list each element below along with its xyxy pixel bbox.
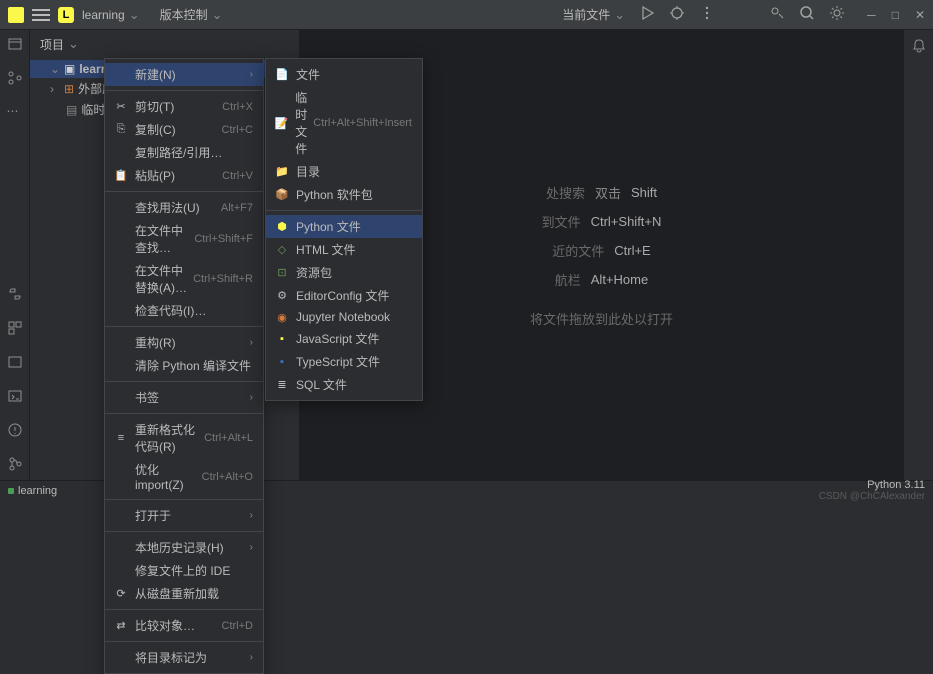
menu-paste[interactable]: 📋粘贴(P)Ctrl+V (105, 164, 263, 187)
menu-reload[interactable]: ⟳从磁盘重新加载 (105, 582, 263, 605)
right-toolbar (903, 30, 933, 480)
submenu-scratch[interactable]: 📝临时文件Ctrl+Alt+Shift+Insert (266, 86, 422, 160)
menu-repair-ide[interactable]: 修复文件上的 IDE (105, 559, 263, 582)
app-logo-icon (8, 7, 24, 23)
submenu-editorconfig[interactable]: ⚙EditorConfig 文件 (266, 284, 422, 307)
context-menu-new: 📄文件 📝临时文件Ctrl+Alt+Shift+Insert 📁目录 📦Pyth… (265, 58, 423, 401)
project-badge[interactable]: L (58, 7, 74, 23)
main-menu-button[interactable] (32, 9, 50, 21)
menu-find-in-files[interactable]: 在文件中查找…Ctrl+Shift+F (105, 219, 263, 259)
menu-replace-in-files[interactable]: 在文件中替换(A)…Ctrl+Shift+R (105, 259, 263, 299)
titlebar: L learning 版本控制 当前文件 ─ □ ✕ (0, 0, 933, 30)
menu-reformat[interactable]: ≡重新格式化代码(R)Ctrl+Alt+L (105, 418, 263, 458)
status-indicator-icon (8, 488, 14, 494)
problems-icon[interactable] (7, 422, 23, 438)
submenu-python-package[interactable]: 📦Python 软件包 (266, 183, 422, 206)
more-icon[interactable] (699, 5, 715, 24)
code-with-me-icon[interactable] (769, 5, 785, 24)
menu-compare[interactable]: ⇄比较对象…Ctrl+D (105, 614, 263, 637)
more-tools-icon[interactable]: ⋯ (7, 104, 23, 120)
vcs-tool-icon[interactable] (7, 456, 23, 472)
debug-icon[interactable] (669, 5, 685, 24)
notifications-icon[interactable] (911, 38, 927, 54)
submenu-sql[interactable]: ≣SQL 文件 (266, 373, 422, 396)
project-selector[interactable]: learning (82, 7, 140, 23)
menu-mark-dir[interactable]: 将目录标记为› (105, 646, 263, 669)
settings-icon[interactable] (829, 5, 845, 24)
maximize-icon[interactable]: □ (892, 8, 899, 22)
menu-local-history[interactable]: 本地历史记录(H)› (105, 536, 263, 559)
menu-new[interactable]: 新建(N)› (105, 63, 263, 86)
terminal-icon[interactable] (7, 388, 23, 404)
run-icon[interactable] (639, 5, 655, 24)
search-icon[interactable] (799, 5, 815, 24)
submenu-python-file[interactable]: ⬢Python 文件 (266, 215, 422, 238)
close-icon[interactable]: ✕ (915, 8, 925, 22)
project-panel-header[interactable]: 项目 (30, 30, 299, 58)
status-python[interactable]: Python 3.11 (819, 479, 925, 491)
structure-tool-icon[interactable] (7, 70, 23, 86)
services-icon[interactable] (7, 354, 23, 370)
menu-clean-python[interactable]: 清除 Python 编译文件 (105, 354, 263, 377)
submenu-directory[interactable]: 📁目录 (266, 160, 422, 183)
project-tool-icon[interactable] (7, 36, 23, 52)
menu-refactor[interactable]: 重构(R)› (105, 331, 263, 354)
menu-copy-path[interactable]: 复制路径/引用… (105, 141, 263, 164)
menu-find-usages[interactable]: 查找用法(U)Alt+F7 (105, 196, 263, 219)
menu-optimize[interactable]: 优化 import(Z)Ctrl+Alt+O (105, 458, 263, 495)
status-project[interactable]: learning (18, 485, 57, 497)
menu-bookmarks[interactable]: 书签› (105, 386, 263, 409)
menu-copy[interactable]: ⎘复制(C)Ctrl+C (105, 118, 263, 141)
submenu-javascript[interactable]: ▪JavaScript 文件 (266, 327, 422, 350)
vcs-menu[interactable]: 版本控制 (160, 6, 223, 23)
submenu-resource-bundle[interactable]: ⊡资源包 (266, 261, 422, 284)
run-config-selector[interactable]: 当前文件 (562, 6, 625, 23)
watermark: CSDN @ChCAlexander (819, 491, 925, 502)
submenu-jupyter[interactable]: ◉Jupyter Notebook (266, 307, 422, 327)
submenu-file[interactable]: 📄文件 (266, 63, 422, 86)
packages-icon[interactable] (7, 320, 23, 336)
submenu-typescript[interactable]: ▪TypeScript 文件 (266, 350, 422, 373)
context-menu-main: 新建(N)› ✂剪切(T)Ctrl+X ⎘复制(C)Ctrl+C 复制路径/引用… (104, 58, 264, 674)
submenu-html-file[interactable]: ◇HTML 文件 (266, 238, 422, 261)
menu-cut[interactable]: ✂剪切(T)Ctrl+X (105, 95, 263, 118)
python-console-icon[interactable] (7, 286, 23, 302)
minimize-icon[interactable]: ─ (867, 8, 876, 22)
menu-open-in[interactable]: 打开于› (105, 504, 263, 527)
menu-inspect[interactable]: 检查代码(I)… (105, 299, 263, 322)
left-toolbar: ⋯ (0, 30, 30, 480)
